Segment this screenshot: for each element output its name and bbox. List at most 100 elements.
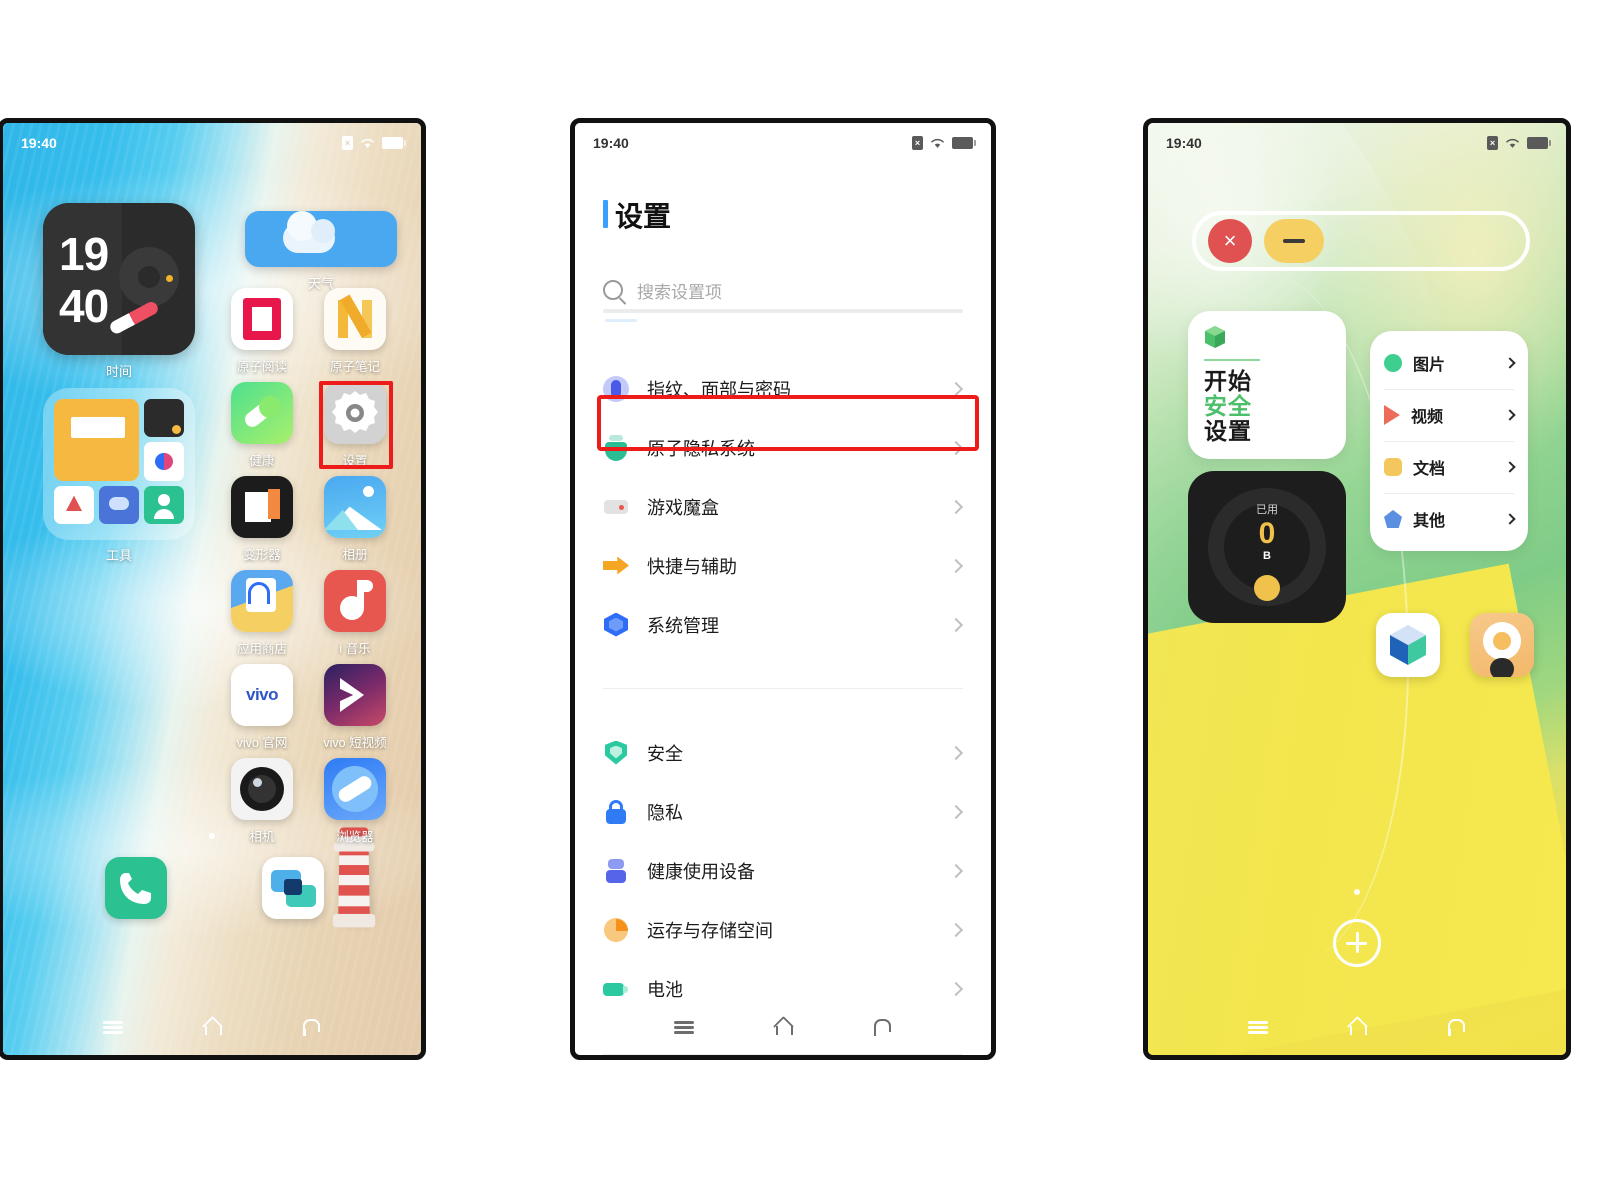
clock-minutes: 40: [59, 280, 109, 332]
settings-row-label: 原子隐私系统: [647, 438, 755, 459]
settings-row-storage[interactable]: 运存与存储空间: [603, 900, 964, 959]
weather-widget[interactable]: [245, 211, 397, 267]
app-vivo-official[interactable]: vivo vivo 官网: [229, 664, 295, 751]
chevron-right-icon: [948, 922, 964, 937]
type-row-images[interactable]: 图片: [1370, 337, 1528, 389]
chevron-right-icon: [948, 745, 964, 760]
atom-reader-icon: [231, 288, 293, 350]
home-icon[interactable]: [199, 1016, 225, 1038]
settings-row-atom-privacy[interactable]: 原子隐私系统: [603, 418, 964, 477]
dock-app-messages[interactable]: [260, 857, 326, 919]
fingerprint-icon: [603, 375, 629, 402]
chevron-right-icon: [1504, 409, 1516, 421]
status-icons: [342, 136, 406, 150]
app-label: 应用商店: [236, 642, 287, 656]
home-icon[interactable]: [1344, 1016, 1370, 1038]
app-browser[interactable]: 浏览器: [322, 758, 388, 845]
clock-hours: 19: [59, 228, 109, 280]
settings-row-system-manage[interactable]: 系统管理: [603, 595, 964, 654]
storage-usage-card[interactable]: 已用 0 B: [1188, 471, 1346, 623]
navigation-bar-settings: [575, 999, 991, 1055]
settings-gear-icon: [324, 382, 386, 444]
lock-icon: [603, 799, 629, 825]
digital-wellbeing-icon: [603, 858, 629, 884]
settings-row-game-box[interactable]: 游戏魔盒: [603, 477, 964, 536]
folder-tools[interactable]: [43, 388, 195, 540]
minimize-button[interactable]: [1264, 219, 1324, 263]
search-placeholder: 搜索设置项: [637, 282, 722, 302]
recent-apps-icon[interactable]: [1245, 1016, 1271, 1038]
i-music-icon: [324, 570, 386, 632]
app-app-store[interactable]: 应用商店: [229, 570, 295, 657]
type-row-documents[interactable]: 文档: [1370, 441, 1528, 493]
settings-row-fingerprint[interactable]: 指纹、面部与密码: [603, 359, 964, 418]
app-atom-reader[interactable]: 原子阅读: [229, 288, 295, 375]
recent-apps-icon[interactable]: [671, 1016, 697, 1038]
chevron-right-icon: [948, 381, 964, 396]
folder-tools-label: 工具: [105, 548, 132, 563]
settings-list: 指纹、面部与密码 原子隐私系统 游戏魔盒 快捷与辅助 系统管理 安全 隐私 健康…: [575, 341, 991, 1055]
back-icon[interactable]: [298, 1016, 324, 1038]
app-gallery[interactable]: 相册: [322, 476, 388, 563]
battery-icon: [952, 137, 976, 149]
status-time: 19:40: [1166, 135, 1202, 151]
settings-row-shortcut-assist[interactable]: 快捷与辅助: [603, 536, 964, 595]
window-control-bar: ×: [1192, 211, 1530, 271]
app-settings[interactable]: 设置: [322, 382, 388, 469]
app-label: 设置: [342, 454, 368, 468]
app-label: 变形器: [243, 548, 281, 562]
dock-app-phone[interactable]: [103, 857, 169, 919]
app-i-music[interactable]: i 音乐: [322, 570, 388, 657]
type-row-videos[interactable]: 视频: [1370, 389, 1528, 441]
settings-row-label: 电池: [647, 979, 683, 1000]
calculator-mini-icon: [144, 399, 184, 438]
settings-row-security[interactable]: 安全: [603, 723, 964, 782]
battery-settings-icon: [603, 976, 629, 1002]
battery-icon: [382, 137, 406, 149]
app-label: 浏览器: [336, 830, 374, 844]
status-icons: [1487, 136, 1551, 150]
navigation-bar-home: [3, 999, 421, 1055]
pentagon-icon: [1384, 510, 1402, 528]
settings-row-label: 运存与存储空间: [647, 920, 773, 941]
back-icon[interactable]: [869, 1016, 895, 1038]
chevron-right-icon: [948, 981, 964, 996]
health-icon: [231, 382, 293, 444]
app-transformer[interactable]: 变形器: [229, 476, 295, 563]
settings-row-privacy[interactable]: 隐私: [603, 782, 964, 841]
recent-apps-icon[interactable]: [100, 1016, 126, 1038]
back-icon[interactable]: [1443, 1016, 1469, 1038]
clock-widget[interactable]: 19 40: [43, 203, 195, 355]
atom-privacy-system-screen: 19:40 × × 开始 安全 设置 图片 视频 文档 其他 已用 0 B: [1148, 123, 1566, 1055]
settings-row-digital-wellbeing[interactable]: 健康使用设备: [603, 841, 964, 900]
chevron-right-icon: [1504, 513, 1516, 525]
status-bar-settings: 19:40: [575, 123, 991, 163]
app-label: 相册: [342, 548, 368, 562]
app-atom-notes[interactable]: 原子笔记: [322, 288, 388, 375]
shield-icon: [603, 740, 629, 766]
home-icon[interactable]: [770, 1016, 796, 1038]
chevron-right-icon: [1504, 461, 1516, 473]
search-input[interactable]: 搜索设置项: [603, 271, 963, 309]
app-label: 健康: [249, 454, 275, 468]
home-dock: [3, 857, 421, 927]
home-icon-grid: 19 40 时间 天气 工具 原子阅读 原子笔记 健康 设置 变形器 相册 应用…: [3, 163, 421, 999]
app-camera[interactable]: 相机: [229, 758, 295, 845]
status-bar-privacy: 19:40: [1148, 123, 1566, 163]
app-health[interactable]: 健康: [229, 382, 295, 469]
settings-row-label: 健康使用设备: [647, 861, 755, 882]
start-card-line1: 开始: [1204, 368, 1252, 394]
add-icon[interactable]: [1333, 919, 1381, 967]
close-button[interactable]: ×: [1208, 219, 1252, 263]
app-vivo-short-video[interactable]: vivo 短视频: [322, 664, 388, 751]
status-time: 19:40: [21, 135, 57, 151]
navigation-bar-privacy: [1148, 999, 1566, 1055]
gallery-icon: [324, 476, 386, 538]
privacy-app-atom-cube[interactable]: [1376, 613, 1440, 677]
storage-icon: [603, 917, 629, 943]
start-security-setup-card[interactable]: 开始 安全 设置: [1188, 311, 1346, 459]
type-row-others[interactable]: 其他: [1370, 493, 1528, 545]
privacy-app-atom-camera[interactable]: [1470, 613, 1534, 677]
screenshot-canvas: 19:40 19 40: [0, 0, 1600, 1200]
app-label: i 音乐: [339, 642, 371, 656]
